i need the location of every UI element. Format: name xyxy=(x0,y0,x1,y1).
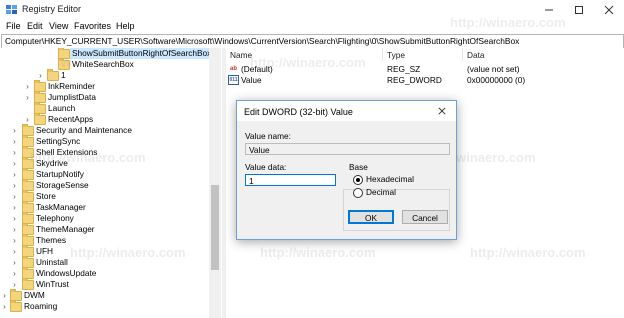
registry-tree[interactable]: ShowSubmitButtonRightOfSearchBox WhiteSe… xyxy=(0,48,222,318)
minimize-icon xyxy=(545,9,553,10)
close-button[interactable] xyxy=(594,0,624,19)
chevron-right-icon[interactable]: › xyxy=(10,147,19,158)
chevron-right-icon[interactable]: › xyxy=(10,213,19,224)
chevron-right-icon[interactable]: › xyxy=(10,136,19,147)
folder-icon xyxy=(34,113,46,125)
chevron-right-icon[interactable]: › xyxy=(10,202,19,213)
column-separator[interactable] xyxy=(462,48,463,61)
chevron-right-icon[interactable]: › xyxy=(0,301,9,312)
address-bar[interactable]: Computer\HKEY_CURRENT_USER\Software\Micr… xyxy=(1,34,624,49)
cancel-button[interactable]: Cancel xyxy=(402,210,448,224)
dialog-title: Edit DWORD (32-bit) Value xyxy=(244,107,353,117)
registry-editor-icon xyxy=(6,4,17,15)
tree-scrollbar-thumb[interactable] xyxy=(211,185,219,270)
decimal-radio[interactable]: Decimal xyxy=(353,187,448,198)
chevron-right-icon[interactable]: › xyxy=(23,92,32,103)
folder-icon xyxy=(47,69,59,81)
chevron-right-icon[interactable]: › xyxy=(10,180,19,191)
chevron-right-icon[interactable]: › xyxy=(10,257,19,268)
chevron-right-icon[interactable]: › xyxy=(10,235,19,246)
dialog-body: Value name: Value Value data: 1 Base Hex… xyxy=(237,121,456,239)
value-data-input[interactable]: 1 xyxy=(245,174,336,186)
chevron-right-icon[interactable]: › xyxy=(10,268,19,279)
chevron-right-icon[interactable]: › xyxy=(23,81,32,92)
dword-icon: 011 xyxy=(228,75,239,85)
ab-string-icon: ab xyxy=(229,66,237,72)
folder-icon xyxy=(58,58,70,70)
chevron-right-icon[interactable]: › xyxy=(10,246,19,257)
value-name-field: Value xyxy=(245,143,450,155)
value-name-label: Value name: xyxy=(245,131,291,141)
column-header-data[interactable]: Data xyxy=(467,50,485,60)
dialog-close-button[interactable] xyxy=(433,104,451,118)
hexadecimal-radio[interactable]: Hexadecimal xyxy=(353,174,448,185)
address-path: Computer\HKEY_CURRENT_USER\Software\Micr… xyxy=(5,36,520,46)
chevron-right-icon[interactable]: › xyxy=(10,224,19,235)
title-bar xyxy=(0,0,624,21)
radio-unselected-icon xyxy=(353,188,363,198)
chevron-right-icon[interactable]: › xyxy=(0,290,9,301)
close-icon xyxy=(438,107,446,115)
minimize-button[interactable] xyxy=(534,0,564,19)
column-header-type[interactable]: Type xyxy=(387,50,405,60)
ok-button[interactable]: OK xyxy=(348,210,394,224)
list-row[interactable]: ab (Default) REG_SZ (value not set) xyxy=(228,64,618,75)
chevron-right-icon[interactable]: › xyxy=(10,191,19,202)
tree-scrollbar[interactable] xyxy=(209,48,221,318)
edit-dword-dialog: Edit DWORD (32-bit) Value Value name: Va… xyxy=(236,100,457,240)
menu-help[interactable]: Help xyxy=(116,21,135,31)
radio-selected-icon xyxy=(353,175,363,185)
close-icon xyxy=(604,5,614,14)
maximize-button[interactable] xyxy=(564,0,594,19)
folder-icon xyxy=(10,300,22,312)
base-label: Base xyxy=(348,162,369,172)
menu-edit[interactable]: Edit xyxy=(27,21,43,31)
list-row[interactable]: 011 Value REG_DWORD 0x00000000 (0) xyxy=(228,75,618,86)
value-data-label: Value data: xyxy=(245,162,287,172)
menu-file[interactable]: File xyxy=(6,21,21,31)
column-separator[interactable] xyxy=(382,48,383,61)
chevron-right-icon[interactable]: › xyxy=(10,125,19,136)
menu-favorites[interactable]: Favorites xyxy=(74,21,111,31)
maximize-icon xyxy=(575,5,583,14)
folder-icon xyxy=(22,278,34,290)
chevron-right-icon[interactable]: › xyxy=(10,169,19,180)
window-title: Registry Editor xyxy=(22,4,82,14)
menu-view[interactable]: View xyxy=(49,21,68,31)
column-header-name[interactable]: Name xyxy=(230,50,252,60)
chevron-right-icon[interactable]: › xyxy=(10,158,19,169)
